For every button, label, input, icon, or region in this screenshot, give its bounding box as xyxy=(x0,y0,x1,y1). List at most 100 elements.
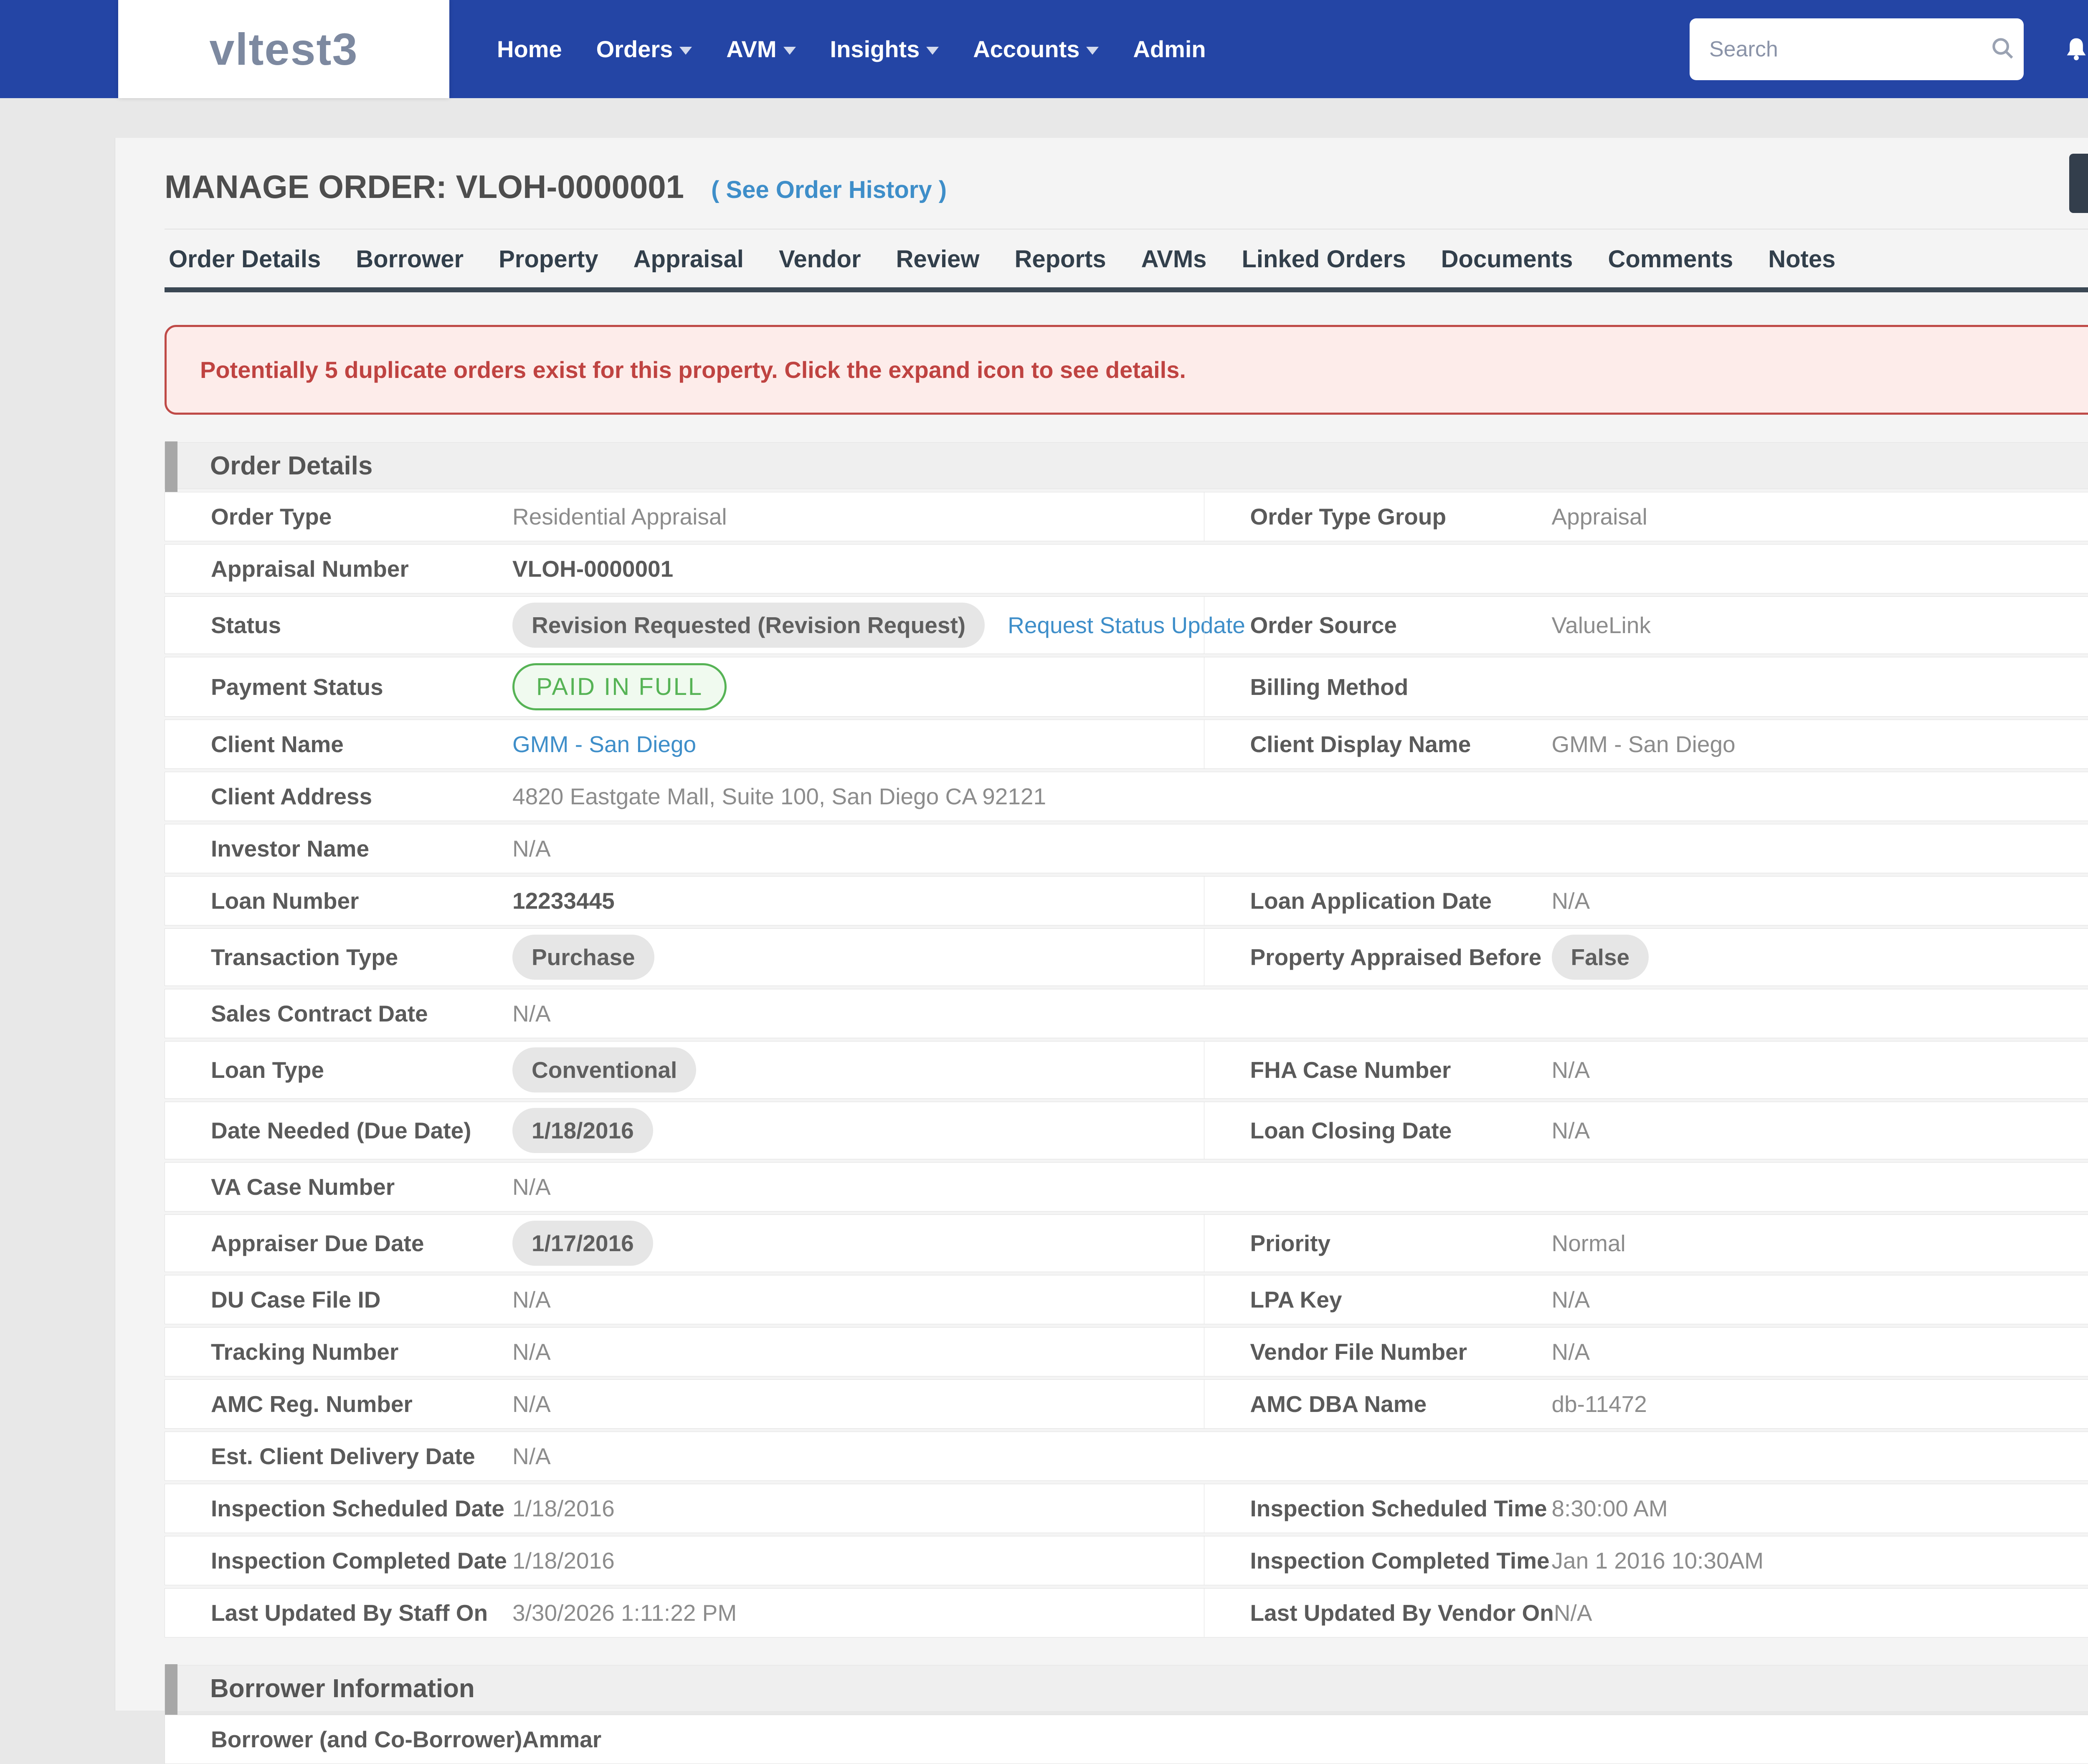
tab-order-details[interactable]: Order Details xyxy=(169,245,321,273)
field-value: db-11472 xyxy=(1552,1391,1647,1417)
field-value: 1/18/2016 xyxy=(512,1547,615,1574)
field-value: Ammar xyxy=(522,1726,602,1753)
chevron-down-icon xyxy=(679,47,692,55)
table-row: Last Updated By Staff On3/30/2026 1:11:2… xyxy=(165,1588,2088,1637)
table-row: Client Address4820 Eastgate Mall, Suite … xyxy=(165,772,2088,821)
tab-review[interactable]: Review xyxy=(896,245,980,273)
status-badge: 1/18/2016 xyxy=(512,1108,653,1153)
chevron-down-icon xyxy=(926,47,939,55)
tab-vendor[interactable]: Vendor xyxy=(779,245,861,273)
field-label: Property Appraised Before xyxy=(1250,944,1552,971)
see-order-history-link[interactable]: ( See Order History ) xyxy=(711,176,947,204)
table-row: Investor NameN/A xyxy=(165,824,2088,873)
field-cell: Sales Contract DateN/A xyxy=(165,989,1204,1038)
field-cell: LPA KeyN/A xyxy=(1204,1275,2088,1324)
tab-linked-orders[interactable]: Linked Orders xyxy=(1242,245,1406,273)
field-label: Payment Status xyxy=(211,674,512,700)
table-row: Client NameGMM - San DiegoClient Display… xyxy=(165,720,2088,769)
navbar-right: ? xyxy=(1690,0,2088,98)
tab-reports[interactable]: Reports xyxy=(1014,245,1106,273)
chevron-down-icon xyxy=(783,47,796,55)
field-value: N/A xyxy=(1554,1599,1592,1626)
nav-item-insights[interactable]: Insights xyxy=(830,35,939,63)
field-cell: Client Display NameGMM - San Diego xyxy=(1204,720,2088,768)
field-label: AMC DBA Name xyxy=(1250,1391,1552,1417)
field-value: N/A xyxy=(512,835,551,862)
table-row: Appraisal NumberVLOH-0000001 xyxy=(165,544,2088,593)
field-cell: Appraisal NumberVLOH-0000001 xyxy=(165,545,1204,593)
field-label: Transaction Type xyxy=(211,944,512,971)
field-cell: Date Needed (Due Date)1/18/2016 xyxy=(165,1102,1204,1159)
tab-comments[interactable]: Comments xyxy=(1608,245,1733,273)
nav-item-admin[interactable]: Admin xyxy=(1133,35,1206,63)
tabs-underline xyxy=(165,287,2088,292)
tab-avms[interactable]: AVMs xyxy=(1141,245,1207,273)
status-badge: Revision Requested (Revision Request) xyxy=(512,603,985,648)
nav-item-home[interactable]: Home xyxy=(497,35,562,63)
field-label: Inspection Scheduled Time xyxy=(1250,1495,1552,1522)
field-cell: Appraiser Due Date1/17/2016 xyxy=(165,1215,1204,1272)
table-row: AMC Reg. NumberN/AAMC DBA Namedb-11472 xyxy=(165,1379,2088,1429)
field-value: Residential Appraisal xyxy=(512,503,727,530)
field-value: N/A xyxy=(512,1443,551,1470)
section-title: Order Details xyxy=(165,451,372,481)
field-label: Order Type Group xyxy=(1250,503,1552,530)
search-icon[interactable] xyxy=(1989,35,2015,63)
nav-item-label: Insights xyxy=(830,35,920,63)
table-row: Loan TypeConventionalFHA Case NumberN/A xyxy=(165,1041,2088,1099)
nav-item-orders[interactable]: Orders xyxy=(596,35,692,63)
brand-logo[interactable]: vltest3 xyxy=(118,0,449,98)
field-value: N/A xyxy=(512,1338,551,1365)
table-row: Borrower (and Co-Borrower)Ammar xyxy=(165,1715,2088,1764)
field-label: Date Needed (Due Date) xyxy=(211,1117,512,1144)
top-navbar: vltest3 Home Orders AVM Insights Accounts Adm… xyxy=(0,0,2088,98)
field-value: Jan 1 2016 10:30AM xyxy=(1552,1547,1764,1574)
content-card: MANAGE ORDER: VLOH-0000001 ( See Order H… xyxy=(115,138,2088,1711)
field-value: 8:30:00 AM xyxy=(1552,1495,1668,1522)
page-header: MANAGE ORDER: VLOH-0000001 ( See Order H… xyxy=(165,138,2088,206)
field-value: 12233445 xyxy=(512,887,615,914)
field-value: ValueLink xyxy=(1552,612,1651,639)
field-label: AMC Reg. Number xyxy=(211,1391,512,1417)
section-accent-bar xyxy=(165,1664,177,1715)
status-badge: 1/17/2016 xyxy=(512,1221,653,1266)
field-label: Vendor File Number xyxy=(1250,1338,1552,1365)
search-input[interactable] xyxy=(1708,36,1989,62)
table-row: Transaction TypePurchaseProperty Apprais… xyxy=(165,928,2088,986)
field-value: N/A xyxy=(512,1286,551,1313)
table-row: Order TypeResidential Appraisal Order Typ… xyxy=(165,492,2088,541)
tab-documents[interactable]: Documents xyxy=(1441,245,1573,273)
field-cell: Order TypeResidential Appraisal xyxy=(165,492,1204,541)
nav-item-label: Orders xyxy=(596,35,673,63)
field-cell: Inspection Completed Date1/18/2016 xyxy=(165,1536,1204,1585)
field-cell: Property Appraised BeforeFalse xyxy=(1204,929,2088,986)
field-cell: Est. Client Delivery DateN/A xyxy=(165,1432,1204,1480)
field-cell: VA Case NumberN/A xyxy=(165,1163,1204,1211)
page-title: MANAGE ORDER: VLOH-0000001 xyxy=(165,168,684,206)
search-box xyxy=(1690,18,2024,80)
table-row: Tracking NumberN/AVendor File NumberN/A xyxy=(165,1327,2088,1376)
table-row: VA Case NumberN/A xyxy=(165,1162,2088,1211)
nav-item-avm[interactable]: AVM xyxy=(726,35,796,63)
nav-item-accounts[interactable]: Accounts xyxy=(973,35,1099,63)
field-cell: Payment StatusPAID IN FULL xyxy=(165,657,1204,716)
tab-notes[interactable]: Notes xyxy=(1768,245,1835,273)
field-label: Client Address xyxy=(211,783,512,810)
table-row: Date Needed (Due Date)1/18/2016Loan Clos… xyxy=(165,1102,2088,1159)
tab-borrower[interactable]: Borrower xyxy=(356,245,464,273)
borrower-info-table: Borrower (and Co-Borrower)Ammar xyxy=(165,1715,2088,1764)
field-cell: Order SourceValueLink xyxy=(1204,597,2088,654)
tab-appraisal[interactable]: Appraisal xyxy=(633,245,744,273)
field-cell: AMC DBA Namedb-11472 xyxy=(1204,1380,2088,1428)
notifications-menu[interactable] xyxy=(2063,35,2088,63)
field-label: Appraisal Number xyxy=(211,555,512,582)
field-value: N/A xyxy=(1552,1286,1590,1313)
field-label: Loan Number xyxy=(211,887,512,914)
duplicate-orders-alert: Potentially 5 duplicate orders exist for… xyxy=(165,325,2088,415)
field-value[interactable]: GMM - San Diego xyxy=(512,731,696,758)
tab-property[interactable]: Property xyxy=(499,245,598,273)
field-value: 4820 Eastgate Mall, Suite 100, San Diego… xyxy=(512,783,1046,810)
field-cell: FHA Case NumberN/A xyxy=(1204,1042,2088,1098)
actions-button[interactable]: Actions xyxy=(2069,154,2088,213)
field-cell: AMC Reg. NumberN/A xyxy=(165,1380,1204,1428)
